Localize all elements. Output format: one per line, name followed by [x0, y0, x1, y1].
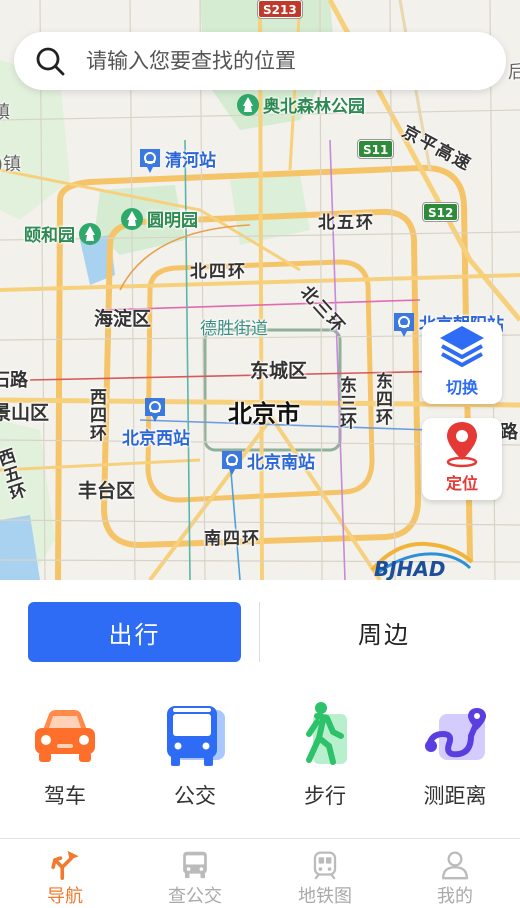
search-icon[interactable]: [34, 45, 66, 77]
train-station-icon: [394, 313, 414, 337]
car-icon: [35, 710, 95, 762]
map-label-text: 北京西站: [122, 429, 190, 449]
park-icon: [121, 208, 143, 230]
train-station-icon: [222, 451, 242, 475]
map-label-yuanmingyuan[interactable]: 圆明园: [120, 206, 198, 235]
switch-layer-label: 切换: [445, 378, 478, 397]
park-icon: [237, 94, 259, 116]
highway-shield-s12: S12: [423, 203, 459, 221]
map-label-north-4th-ring: 北四环: [190, 262, 247, 282]
walk-icon: [306, 702, 347, 765]
map-label-haidian: 海淀区: [94, 308, 152, 330]
bjhad-logo: BJHAD: [370, 541, 474, 580]
mode-switch: 出行 周边: [0, 580, 520, 688]
map-label-text: 奥北森林公园: [263, 97, 365, 117]
tab-profile-label: 我的: [437, 886, 473, 907]
map-label-beijing-city[interactable]: 北京市: [228, 394, 300, 429]
bottom-tab-bar: 导航 查公交 地铁图 我的: [0, 838, 520, 908]
tab-navigation-label: 导航: [47, 886, 83, 907]
map-label-text: 圆明园: [147, 211, 198, 231]
map-label-east-3rd-ring: 东三环: [336, 376, 356, 430]
highway-shield-s11: S11: [358, 140, 394, 158]
map-label-qinghe-station[interactable]: 清河站: [138, 146, 216, 175]
map-label-south-4th-ring: 南四环: [204, 529, 261, 549]
map-label-fengtai: 丰台区: [78, 480, 136, 502]
navigation-icon: [51, 850, 79, 880]
map-label-shijingshan: 景山区: [0, 402, 50, 424]
walk-label: 步行: [304, 784, 346, 808]
map-view[interactable]: S213 S11 S12 奥北森林公园 清河站 圆明园 颐和园 )镇 镇 京平高…: [0, 0, 520, 580]
map-label-text: 颐和园: [24, 226, 75, 246]
tab-bus-search[interactable]: 查公交: [140, 839, 250, 908]
map-label-east-4th-ring: 东四环: [372, 372, 392, 426]
measure-distance-button[interactable]: 测距离: [400, 700, 510, 820]
map-label-text: 清河站: [165, 151, 216, 171]
quick-actions: 驾车 公交 步行 测距离: [0, 700, 520, 820]
profile-icon: [442, 851, 468, 880]
tab-bus-search-label: 查公交: [168, 886, 222, 907]
map-label-west-4th-ring: 西四环: [86, 388, 106, 442]
walk-button[interactable]: 步行: [270, 700, 380, 820]
park-icon: [79, 223, 101, 245]
layers-icon: [440, 326, 484, 367]
tab-subway-map-label: 地铁图: [298, 886, 352, 907]
train-station-icon: [140, 149, 160, 173]
bus-label: 公交: [174, 784, 216, 808]
switch-layer-button[interactable]: 切换: [422, 322, 502, 404]
bus-icon: [167, 706, 225, 766]
drive-button[interactable]: 驾车: [10, 700, 120, 820]
nearby-tab-button[interactable]: 周边: [276, 602, 492, 662]
map-label-left-edge-dian: 镇: [0, 102, 10, 123]
map-label-yiheyuan[interactable]: 颐和园: [24, 221, 105, 250]
tab-profile[interactable]: 我的: [400, 839, 510, 908]
drive-label: 驾车: [44, 784, 86, 808]
map-label-beijing-west-station[interactable]: 北京西站: [122, 396, 190, 449]
map-label-right-edge-lu: 路: [500, 422, 518, 443]
travel-tab-button[interactable]: 出行: [28, 602, 241, 662]
highway-shield-s213: S213: [258, 0, 302, 18]
search-bar[interactable]: [14, 32, 506, 90]
map-label-text: 北京南站: [247, 453, 315, 473]
map-label-dongcheng: 东城区: [250, 360, 308, 382]
bus-search-icon: [183, 851, 207, 879]
locate-label: 定位: [445, 474, 478, 493]
map-label-shijingshan-road: 石路: [0, 370, 28, 391]
map-label-right-edge-hou: 后: [508, 62, 520, 83]
search-input[interactable]: [86, 49, 466, 73]
measure-distance-label: 测距离: [423, 784, 487, 808]
tab-navigation[interactable]: 导航: [10, 839, 120, 908]
locate-button[interactable]: 定位: [422, 418, 502, 500]
mode-divider: [259, 602, 260, 662]
tab-subway-map[interactable]: 地铁图: [270, 839, 380, 908]
map-label-desheng-street: 德胜街道: [200, 319, 268, 339]
subway-map-icon: [313, 851, 337, 880]
train-station-icon: [144, 398, 165, 422]
location-pin-icon: [446, 422, 478, 468]
svg-text:BJHAD: BJHAD: [374, 557, 446, 580]
map-label-olympic-park[interactable]: 奥北森林公园: [236, 92, 365, 121]
map-label-beijing-south-station[interactable]: 北京南站: [220, 448, 315, 477]
map-label-left-edge-zhen: )镇: [0, 154, 22, 175]
bus-button[interactable]: 公交: [140, 700, 250, 820]
map-label-north-5th-ring: 北五环: [318, 213, 375, 233]
measure-distance-icon: [425, 708, 486, 760]
app-root: S213 S11 S12 奥北森林公园 清河站 圆明园 颐和园 )镇 镇 京平高…: [0, 0, 520, 908]
